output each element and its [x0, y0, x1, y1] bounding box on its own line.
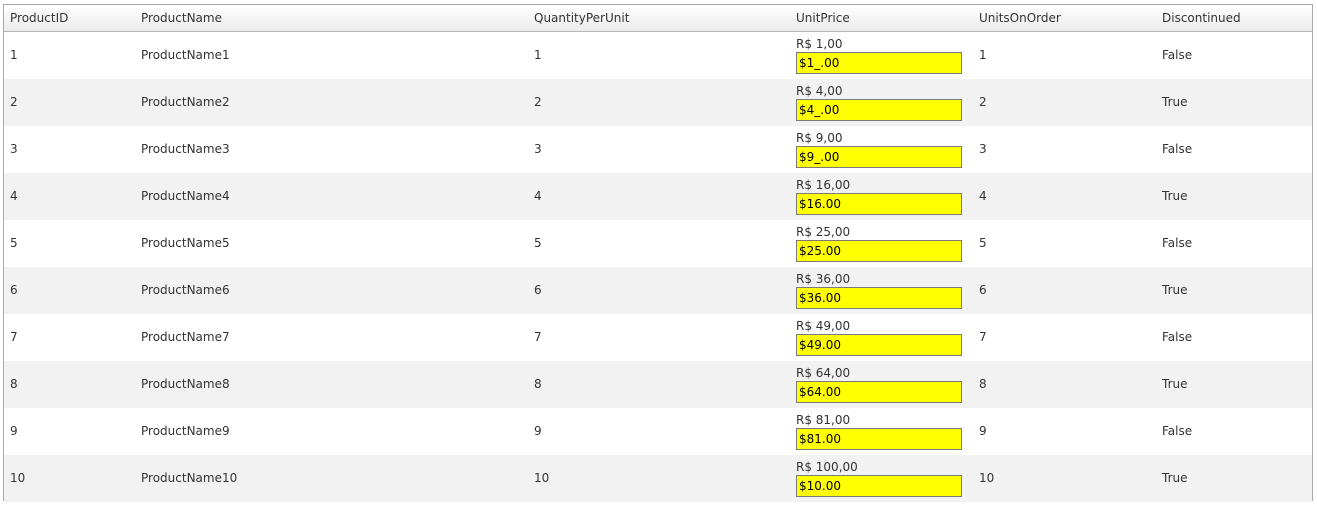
cell-unit-price: R$ 49,00: [796, 319, 962, 356]
cell-discontinued: True: [1162, 471, 1188, 485]
cell-quantity-per-unit: 5: [534, 236, 542, 250]
cell-units-on-order: 2: [979, 95, 987, 109]
cell-quantity-per-unit: 10: [534, 471, 550, 485]
cell-discontinued: True: [1162, 283, 1188, 297]
cell-unit-price: R$ 16,00: [796, 178, 962, 215]
unit-price-input[interactable]: [796, 146, 962, 168]
products-grid: ProductID ProductName QuantityPerUnit Un…: [3, 4, 1313, 502]
cell-unit-price: R$ 36,00: [796, 272, 962, 309]
cell-product-id: 4: [10, 189, 18, 203]
unit-price-label: R$ 9,00: [796, 131, 843, 145]
unit-price-input[interactable]: [796, 334, 962, 356]
header-units-on-order[interactable]: UnitsOnOrder: [979, 5, 1061, 31]
unit-price-label: R$ 25,00: [796, 225, 851, 239]
header-discontinued[interactable]: Discontinued: [1162, 5, 1241, 31]
header-quantity-per-unit[interactable]: QuantityPerUnit: [534, 5, 629, 31]
table-row[interactable]: 5 ProductName5 5 R$ 25,00 5 False: [4, 220, 1312, 267]
cell-discontinued: False: [1162, 236, 1193, 250]
unit-price-input[interactable]: [796, 475, 962, 497]
cell-product-name: ProductName1: [141, 48, 230, 62]
unit-price-input[interactable]: [796, 193, 962, 215]
grid-header: ProductID ProductName QuantityPerUnit Un…: [4, 5, 1312, 32]
table-row[interactable]: 1 ProductName1 1 R$ 1,00 1 False: [4, 32, 1312, 79]
cell-product-id: 5: [10, 236, 18, 250]
table-row[interactable]: 4 ProductName4 4 R$ 16,00 4 True: [4, 173, 1312, 220]
unit-price-label: R$ 49,00: [796, 319, 851, 333]
header-product-id[interactable]: ProductID: [10, 5, 68, 31]
table-row[interactable]: 3 ProductName3 3 R$ 9,00 3 False: [4, 126, 1312, 173]
cell-product-name: ProductName6: [141, 283, 230, 297]
cell-product-id: 10: [10, 471, 26, 485]
cell-discontinued: False: [1162, 424, 1193, 438]
cell-units-on-order: 5: [979, 236, 987, 250]
unit-price-input[interactable]: [796, 287, 962, 309]
cell-product-name: ProductName8: [141, 377, 230, 391]
unit-price-input[interactable]: [796, 240, 962, 262]
cell-discontinued: False: [1162, 142, 1193, 156]
cell-units-on-order: 10: [979, 471, 995, 485]
cell-discontinued: True: [1162, 95, 1188, 109]
cell-unit-price: R$ 4,00: [796, 84, 962, 121]
cell-quantity-per-unit: 2: [534, 95, 542, 109]
cell-quantity-per-unit: 9: [534, 424, 542, 438]
unit-price-label: R$ 81,00: [796, 413, 851, 427]
cell-discontinued: True: [1162, 377, 1188, 391]
cell-product-name: ProductName5: [141, 236, 230, 250]
cell-unit-price: R$ 64,00: [796, 366, 962, 403]
cell-discontinued: False: [1162, 330, 1193, 344]
cell-units-on-order: 4: [979, 189, 987, 203]
cell-units-on-order: 1: [979, 48, 987, 62]
cell-product-name: ProductName7: [141, 330, 230, 344]
cell-discontinued: True: [1162, 189, 1188, 203]
cell-product-name: ProductName10: [141, 471, 238, 485]
unit-price-label: R$ 4,00: [796, 84, 843, 98]
cell-product-id: 9: [10, 424, 18, 438]
unit-price-label: R$ 100,00: [796, 460, 858, 474]
table-row[interactable]: 2 ProductName2 2 R$ 4,00 2 True: [4, 79, 1312, 126]
cell-product-id: 2: [10, 95, 18, 109]
cell-product-name: ProductName9: [141, 424, 230, 438]
table-row[interactable]: 10 ProductName10 10 R$ 100,00 10 True: [4, 455, 1312, 502]
unit-price-input[interactable]: [796, 381, 962, 403]
cell-quantity-per-unit: 6: [534, 283, 542, 297]
unit-price-input[interactable]: [796, 428, 962, 450]
table-row[interactable]: 9 ProductName9 9 R$ 81,00 9 False: [4, 408, 1312, 455]
unit-price-input[interactable]: [796, 52, 962, 74]
table-row[interactable]: 6 ProductName6 6 R$ 36,00 6 True: [4, 267, 1312, 314]
cell-product-id: 7: [10, 330, 18, 344]
cell-product-id: 8: [10, 377, 18, 391]
cell-units-on-order: 3: [979, 142, 987, 156]
cell-quantity-per-unit: 3: [534, 142, 542, 156]
cell-product-id: 3: [10, 142, 18, 156]
cell-units-on-order: 8: [979, 377, 987, 391]
cell-unit-price: R$ 25,00: [796, 225, 962, 262]
header-unit-price[interactable]: UnitPrice: [796, 5, 850, 31]
cell-product-name: ProductName4: [141, 189, 230, 203]
cell-product-id: 6: [10, 283, 18, 297]
cell-quantity-per-unit: 1: [534, 48, 542, 62]
unit-price-input[interactable]: [796, 99, 962, 121]
unit-price-label: R$ 1,00: [796, 37, 843, 51]
table-row[interactable]: 8 ProductName8 8 R$ 64,00 8 True: [4, 361, 1312, 408]
header-product-name[interactable]: ProductName: [141, 5, 222, 31]
cell-unit-price: R$ 100,00: [796, 460, 962, 497]
cell-discontinued: False: [1162, 48, 1193, 62]
unit-price-label: R$ 36,00: [796, 272, 851, 286]
cell-quantity-per-unit: 7: [534, 330, 542, 344]
cell-quantity-per-unit: 4: [534, 189, 542, 203]
cell-unit-price: R$ 81,00: [796, 413, 962, 450]
cell-unit-price: R$ 1,00: [796, 37, 962, 74]
unit-price-label: R$ 16,00: [796, 178, 851, 192]
cell-product-name: ProductName3: [141, 142, 230, 156]
cell-product-id: 1: [10, 48, 18, 62]
cell-units-on-order: 6: [979, 283, 987, 297]
cell-product-name: ProductName2: [141, 95, 230, 109]
unit-price-label: R$ 64,00: [796, 366, 851, 380]
cell-units-on-order: 9: [979, 424, 987, 438]
cell-unit-price: R$ 9,00: [796, 131, 962, 168]
cell-quantity-per-unit: 8: [534, 377, 542, 391]
cell-units-on-order: 7: [979, 330, 987, 344]
table-row[interactable]: 7 ProductName7 7 R$ 49,00 7 False: [4, 314, 1312, 361]
